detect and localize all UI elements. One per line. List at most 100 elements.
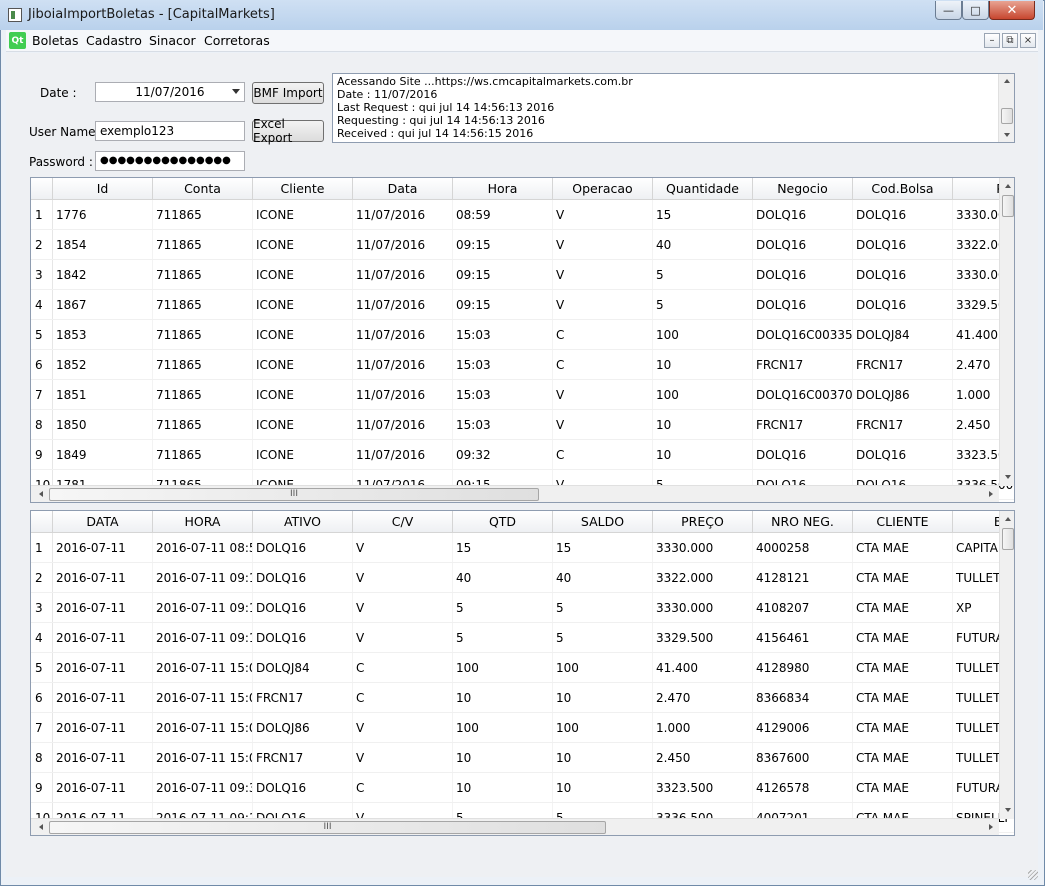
- table-row[interactable]: 1 1776 711865 ICONE 11/07/2016 08:59 V 15 DOLQ16…: [31, 200, 1014, 230]
- table-cell[interactable]: 2016-07-11 15:03: [153, 713, 253, 742]
- scroll-up-icon[interactable]: [1005, 517, 1011, 521]
- table-cell[interactable]: 711865: [153, 410, 253, 439]
- table-cell[interactable]: 2016-07-11 09:15: [153, 593, 253, 622]
- table-cell[interactable]: 09:15: [453, 260, 553, 289]
- table-cell[interactable]: 8366834: [753, 683, 853, 712]
- table-cell[interactable]: V: [353, 743, 453, 772]
- row-header[interactable]: 2: [31, 230, 53, 259]
- table-cell[interactable]: 2016-07-11: [53, 773, 153, 802]
- table-row[interactable]: 92016-07-112016-07-11 09:32DOLQ16C101033…: [31, 773, 1014, 803]
- menu-boletas[interactable]: Boletas: [32, 33, 78, 48]
- column-header[interactable]: PREÇO: [653, 511, 753, 533]
- scroll-thumb[interactable]: [1002, 528, 1014, 550]
- table-cell[interactable]: 5: [653, 290, 753, 319]
- table-row[interactable]: 72016-07-112016-07-11 15:03DOLQJ86V10010…: [31, 713, 1014, 743]
- row-header[interactable]: 5: [31, 320, 53, 349]
- table-cell[interactable]: CTA MAE: [853, 743, 953, 772]
- table-cell[interactable]: V: [353, 533, 453, 562]
- row-header[interactable]: 7: [31, 713, 53, 742]
- table-cell[interactable]: V: [353, 593, 453, 622]
- table-cell[interactable]: 11/07/2016: [353, 230, 453, 259]
- table-cell[interactable]: 15: [653, 200, 753, 229]
- table-cell[interactable]: DOLQ16: [753, 260, 853, 289]
- table-cell[interactable]: 100: [453, 653, 553, 682]
- row-header[interactable]: 8: [31, 743, 53, 772]
- table-cell[interactable]: 1852: [53, 350, 153, 379]
- table-cell[interactable]: CTA MAE: [853, 653, 953, 682]
- mdi-minimize-button[interactable]: –: [984, 33, 1000, 48]
- table-cell[interactable]: 15: [453, 533, 553, 562]
- table-cell[interactable]: CTA MAE: [853, 563, 953, 592]
- table-cell[interactable]: V: [353, 623, 453, 652]
- table-cell[interactable]: ICONE: [253, 230, 353, 259]
- table-cell[interactable]: 40: [653, 230, 753, 259]
- table-cell[interactable]: 11/07/2016: [353, 410, 453, 439]
- table-cell[interactable]: DOLQ16: [853, 440, 953, 469]
- bmf-import-button[interactable]: BMF Import: [252, 82, 324, 104]
- table-cell[interactable]: 1867: [53, 290, 153, 319]
- table-cell[interactable]: 711865: [153, 440, 253, 469]
- table-cell[interactable]: 2.450: [653, 743, 753, 772]
- table-cell[interactable]: 10: [553, 743, 653, 772]
- row-header[interactable]: 4: [31, 623, 53, 652]
- log-textbox[interactable]: Acessando Site ...https://ws.cmcapitalma…: [332, 73, 1015, 143]
- table-cell[interactable]: 10: [453, 743, 553, 772]
- column-header[interactable]: SALDO: [553, 511, 653, 533]
- menu-sinacor[interactable]: Sinacor: [149, 33, 196, 48]
- scroll-left-icon[interactable]: [39, 824, 43, 830]
- table-cell[interactable]: ICONE: [253, 260, 353, 289]
- table-cell[interactable]: 711865: [153, 380, 253, 409]
- table-cell[interactable]: 100: [553, 653, 653, 682]
- table-cell[interactable]: C: [353, 653, 453, 682]
- table-cell[interactable]: 15: [553, 533, 653, 562]
- table-cell[interactable]: ICONE: [253, 380, 353, 409]
- row-header[interactable]: 6: [31, 683, 53, 712]
- table-corner[interactable]: [31, 178, 53, 200]
- column-header[interactable]: NRO NEG.: [753, 511, 853, 533]
- table-cell[interactable]: 100: [653, 320, 753, 349]
- table-cell[interactable]: FRCN17: [753, 410, 853, 439]
- column-header[interactable]: Negocio: [753, 178, 853, 200]
- table-cell[interactable]: DOLQ16: [753, 230, 853, 259]
- table-row[interactable]: 7 1851 711865 ICONE 11/07/2016 15:03 V 100 DOLQ1…: [31, 380, 1014, 410]
- row-header[interactable]: 4: [31, 290, 53, 319]
- row-header[interactable]: 5: [31, 653, 53, 682]
- table-cell[interactable]: DOLQ16: [853, 200, 953, 229]
- table-row[interactable]: 22016-07-112016-07-11 09:15DOLQ16V404033…: [31, 563, 1014, 593]
- table-cell[interactable]: 40: [453, 563, 553, 592]
- table-cell[interactable]: 11/07/2016: [353, 260, 453, 289]
- scroll-thumb[interactable]: III: [49, 488, 539, 501]
- table-cell[interactable]: 4108207: [753, 593, 853, 622]
- row-header[interactable]: 1: [31, 533, 53, 562]
- table-cell[interactable]: 09:15: [453, 290, 553, 319]
- table-cell[interactable]: 711865: [153, 320, 253, 349]
- table-cell[interactable]: 11/07/2016: [353, 350, 453, 379]
- password-input[interactable]: ●●●●●●●●●●●●●●●: [95, 151, 245, 171]
- table-cell[interactable]: 5: [553, 623, 653, 652]
- table-row[interactable]: 9 1849 711865 ICONE 11/07/2016 09:32 C 10 DOLQ16…: [31, 440, 1014, 470]
- title-bar[interactable]: JiboiaImportBoletas - [CapitalMarkets] —…: [0, 0, 1043, 30]
- table-row[interactable]: 52016-07-112016-07-11 15:03DOLQJ84C10010…: [31, 653, 1014, 683]
- chevron-down-icon[interactable]: [232, 89, 240, 94]
- table-cell[interactable]: 2016-07-11: [53, 653, 153, 682]
- table-cell[interactable]: 11/07/2016: [353, 200, 453, 229]
- table-cell[interactable]: DOLQ16: [753, 290, 853, 319]
- table-cell[interactable]: CTA MAE: [853, 773, 953, 802]
- column-header[interactable]: ATIVO: [253, 511, 353, 533]
- table-cell[interactable]: DOLQJ84: [853, 320, 953, 349]
- table-cell[interactable]: V: [553, 230, 653, 259]
- table-cell[interactable]: 40: [553, 563, 653, 592]
- table-cell[interactable]: 1776: [53, 200, 153, 229]
- table-cell[interactable]: FRCN17: [753, 350, 853, 379]
- table-row[interactable]: 62016-07-112016-07-11 15:03FRCN17C10102.…: [31, 683, 1014, 713]
- table-cell[interactable]: 711865: [153, 200, 253, 229]
- table-cell[interactable]: DOLQJ84: [253, 653, 353, 682]
- table-cell[interactable]: V: [553, 200, 653, 229]
- table-cell[interactable]: 2016-07-11 09:15: [153, 563, 253, 592]
- table-cell[interactable]: 10: [553, 683, 653, 712]
- table-cell[interactable]: DOLQ16: [853, 230, 953, 259]
- table-cell[interactable]: DOLQ16: [753, 200, 853, 229]
- table-cell[interactable]: 1850: [53, 410, 153, 439]
- table-cell[interactable]: ICONE: [253, 350, 353, 379]
- table-cell[interactable]: 4126578: [753, 773, 853, 802]
